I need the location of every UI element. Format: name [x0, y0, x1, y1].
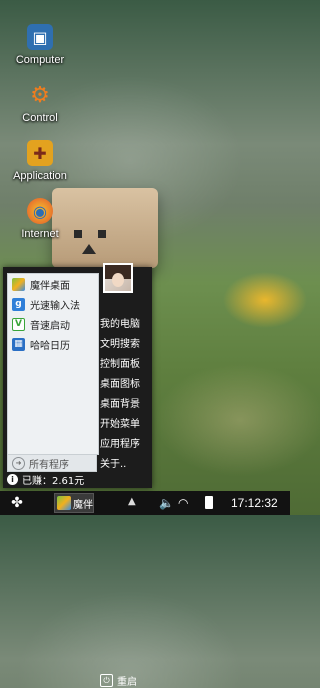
- start-menu-app-moban[interactable]: 魔伴桌面: [8, 274, 98, 294]
- clover-icon: ✤: [11, 495, 23, 511]
- box-eye-right: [98, 230, 106, 238]
- shortcut-desktop-icons[interactable]: 桌面图标: [100, 372, 150, 392]
- toolbox-icon: ✚: [27, 140, 53, 166]
- desktop-icon-label: Computer: [15, 54, 65, 66]
- moban-desktop-icon: [12, 277, 25, 291]
- arrow-right-icon: ➜: [12, 456, 25, 470]
- start-menu-app-launcher[interactable]: V 音速启动: [8, 314, 98, 334]
- start-menu-app-list: 魔伴桌面 g 光速输入法 V 音速启动 ▦ 哈哈日历: [7, 273, 99, 455]
- start-menu-shortcuts: 我的电脑 文明搜索 控制面板 桌面图标 桌面背景 开始菜单 应用程序 关于..: [100, 312, 150, 472]
- shortcut-about[interactable]: 关于..: [100, 452, 150, 472]
- all-programs-label: 所有程序: [29, 459, 69, 471]
- gear-icon: ⚙: [30, 82, 50, 108]
- user-avatar[interactable]: [103, 263, 133, 293]
- clock: 17:12:32: [231, 496, 278, 510]
- shortcut-applications[interactable]: 应用程序: [100, 432, 150, 452]
- chevron-up-icon[interactable]: ▲: [128, 496, 136, 507]
- shortcut-search[interactable]: 文明搜索: [100, 332, 150, 352]
- app-label: 光速输入法: [30, 300, 80, 312]
- start-menu: 魔伴桌面 g 光速输入法 V 音速启动 ▦ 哈哈日历 ➜ 所有程序 我的电脑 文…: [3, 267, 152, 688]
- taskbar: ✤ 魔伴 ▲ 🔈 ◠ 17:12:32: [0, 491, 290, 515]
- shortcut-my-computer[interactable]: 我的电脑: [100, 312, 150, 332]
- box-mouth: [82, 244, 96, 254]
- restart-button[interactable]: ⏻ 重启: [100, 673, 137, 688]
- calendar-icon: ▦: [12, 337, 25, 351]
- restart-label: 重启: [117, 677, 137, 688]
- earnings-text: 已赚：2.61元: [22, 475, 85, 487]
- desktop-icon-label: Control: [22, 112, 58, 124]
- desktop-icon-label: Application: [13, 170, 67, 182]
- desktop-icon-application[interactable]: ✚ Application: [0, 140, 80, 182]
- battery-icon[interactable]: [205, 496, 213, 509]
- moban-desktop-icon: [57, 496, 71, 510]
- desktop-icon-control[interactable]: ⚙ Control: [0, 82, 80, 125]
- shortcut-desktop-background[interactable]: 桌面背景: [100, 392, 150, 412]
- desktop-icon-computer[interactable]: ▣ Computer: [0, 24, 80, 66]
- launcher-icon: V: [12, 317, 25, 331]
- app-label: 哈哈日历: [30, 340, 70, 352]
- avatar-face: [112, 273, 124, 287]
- app-label: 魔伴桌面: [30, 280, 70, 292]
- desktop-icon-internet[interactable]: ◉ Internet: [0, 198, 80, 240]
- start-button[interactable]: ✤: [8, 494, 26, 512]
- shortcut-control-panel[interactable]: 控制面板: [100, 352, 150, 372]
- shortcut-start-menu[interactable]: 开始菜单: [100, 412, 150, 432]
- start-menu-app-input[interactable]: g 光速输入法: [8, 294, 98, 314]
- input-method-icon: g: [12, 297, 25, 311]
- volume-icon[interactable]: 🔈: [159, 496, 174, 510]
- start-menu-app-calendar[interactable]: ▦ 哈哈日历: [8, 334, 98, 354]
- wifi-icon[interactable]: ◠: [178, 496, 188, 510]
- desktop-icon-label: Internet: [21, 228, 59, 240]
- taskbar-task-moban[interactable]: 魔伴: [54, 493, 94, 513]
- task-label: 魔伴: [73, 499, 93, 511]
- monitor-icon: ▣: [27, 24, 53, 50]
- start-menu-footer: i 已赚：2.61元 ⏻ 重启: [3, 470, 152, 688]
- power-icon: ⏻: [100, 674, 113, 687]
- globe-icon: ◉: [27, 198, 53, 224]
- info-icon: i: [7, 473, 18, 485]
- app-label: 音速启动: [30, 320, 70, 332]
